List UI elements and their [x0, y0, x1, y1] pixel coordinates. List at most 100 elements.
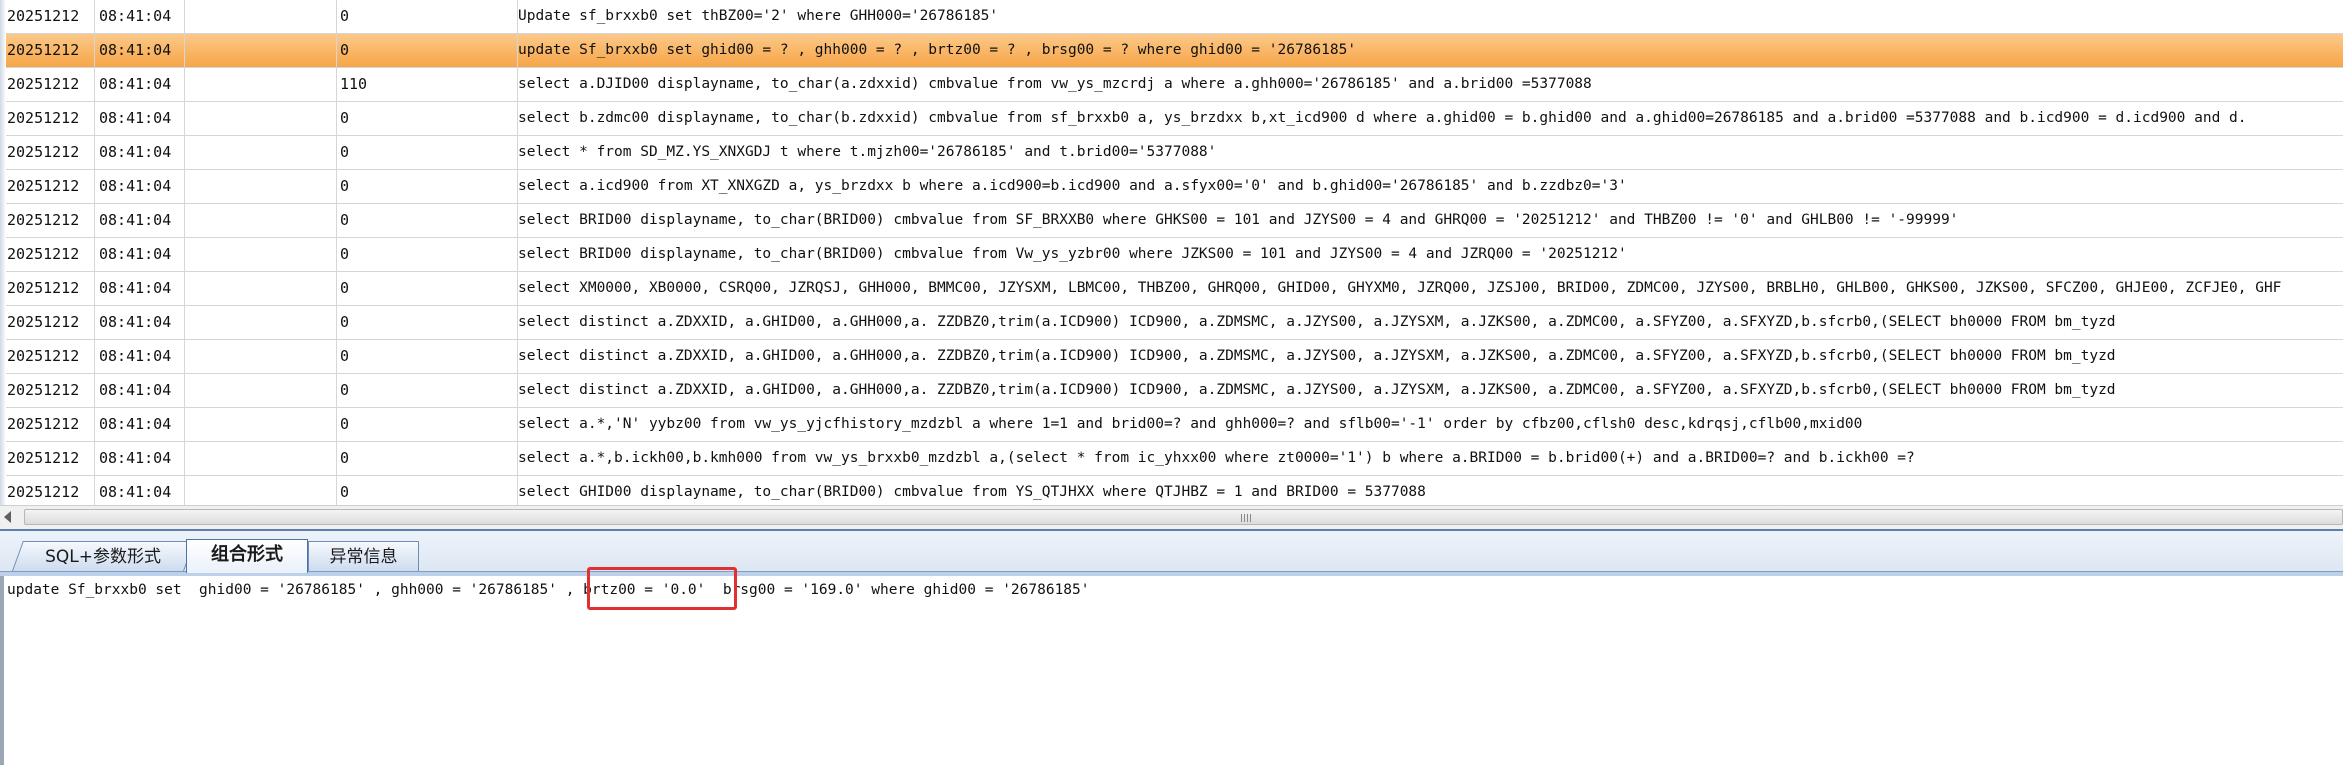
sql-cell: select b.zdmc00 displayname, to_char(b.z… — [518, 110, 2247, 126]
time-cell: 08:41:04 — [95, 476, 185, 505]
blank-cell — [185, 170, 337, 203]
time-cell: 08:41:04 — [95, 238, 185, 271]
date-cell: 20251212 — [0, 374, 95, 407]
date-cell: 20251212 — [0, 204, 95, 237]
sql-log-grid[interactable]: 20251212 08:41:04 0 Update sf_brxxb0 set t… — [0, 0, 2343, 505]
time-cell: 08:41:04 — [95, 34, 185, 67]
sql-cell: select XM0000, XB0000, CSRQ00, JZRQSJ, G… — [518, 280, 2282, 296]
date-cell: 20251212 — [0, 136, 95, 169]
sql-cell: select BRID00 displayname, to_char(BRID0… — [518, 246, 1627, 262]
table-row[interactable]: 20251212 08:41:04 0 select distinct a.ZDXX… — [0, 374, 2343, 408]
date-cell: 20251212 — [0, 238, 95, 271]
table-row[interactable]: 20251212 08:41:04 0 select distinct a.ZDXX… — [0, 340, 2343, 374]
cost-cell: 0 — [337, 204, 518, 237]
cost-cell: 0 — [337, 0, 518, 33]
date-cell: 20251212 — [0, 340, 95, 373]
grip-icon — [1241, 514, 1251, 522]
cost-cell: 0 — [337, 306, 518, 339]
cost-cell: 110 — [337, 68, 518, 101]
blank-cell — [185, 306, 337, 339]
time-cell: 08:41:04 — [95, 0, 185, 33]
date-cell: 20251212 — [0, 442, 95, 475]
table-row[interactable]: 20251212 08:41:04 0 select BRID00 displayna… — [0, 238, 2343, 272]
date-cell: 20251212 — [0, 306, 95, 339]
scrollbar-thumb[interactable] — [24, 509, 2343, 525]
date-cell: 20251212 — [0, 102, 95, 135]
date-cell: 20251212 — [0, 0, 95, 33]
sql-cell: select * from SD_MZ.YS_XNXGDJ t where t.… — [518, 144, 1217, 160]
table-row[interactable]: 20251212 08:41:04 0 select GHID00 displayna… — [0, 476, 2343, 505]
cost-cell: 0 — [337, 442, 518, 475]
table-row[interactable]: 20251212 08:41:04 0 select distinct a.ZDXX… — [0, 306, 2343, 340]
table-row[interactable]: 20251212 08:41:04 0 Update sf_brxxb0 set t… — [0, 0, 2343, 34]
sql-cell: update Sf_brxxb0 set ghid00 = ? , ghh000… — [518, 42, 1357, 58]
date-cell: 20251212 — [0, 170, 95, 203]
time-cell: 08:41:04 — [95, 374, 185, 407]
cost-cell: 0 — [337, 272, 518, 305]
sql-cell: select a.DJID00 displayname, to_char(a.z… — [518, 76, 1592, 92]
blank-cell — [185, 102, 337, 135]
blank-cell — [185, 442, 337, 475]
blank-cell — [185, 34, 337, 67]
blank-cell — [185, 374, 337, 407]
blank-cell — [185, 272, 337, 305]
table-row[interactable]: 20251212 08:41:04 0 select BRID00 displayna… — [0, 204, 2343, 238]
sql-cell: select GHID00 displayname, to_char(BRID0… — [518, 484, 1426, 500]
grid-left-edge — [0, 0, 6, 505]
blank-cell — [185, 68, 337, 101]
date-cell: 20251212 — [0, 408, 95, 441]
table-row[interactable]: 20251212 08:41:04 0 select XM0000, XB0000,… — [0, 272, 2343, 306]
sql-cell: select distinct a.ZDXXID, a.GHID00, a.GH… — [518, 314, 2116, 330]
combined-sql-text[interactable]: update Sf_brxxb0 set ghid00 = '26786185'… — [7, 582, 1090, 598]
table-row[interactable]: 20251212 08:41:04 0 select b.zdmc00 display… — [0, 102, 2343, 136]
time-cell: 08:41:04 — [95, 204, 185, 237]
table-row[interactable]: 20251212 08:41:04 0 select a.*,b.ickh00,b.… — [0, 442, 2343, 476]
time-cell: 08:41:04 — [95, 272, 185, 305]
date-cell: 20251212 — [0, 34, 95, 67]
cost-cell: 0 — [337, 340, 518, 373]
cost-cell: 0 — [337, 238, 518, 271]
tab-error-info[interactable]: 异常信息 — [308, 541, 419, 571]
table-row[interactable]: 20251212 08:41:04 110 select a.DJID00 displ… — [0, 68, 2343, 102]
tab-error-info-label: 异常信息 — [329, 547, 398, 567]
sql-cell: select a.icd900 from XT_XNXGZD a, ys_brz… — [518, 178, 1627, 194]
sql-cell: select BRID00 displayname, to_char(BRID0… — [518, 212, 1959, 228]
sql-cell: Update sf_brxxb0 set thBZ00='2' where GH… — [518, 8, 999, 24]
cost-cell: 0 — [337, 374, 518, 407]
date-cell: 20251212 — [0, 68, 95, 101]
cost-cell: 0 — [337, 408, 518, 441]
sql-cell: select a.*,'N' yybz00 from vw_ys_yjcfhis… — [518, 416, 1863, 432]
time-cell: 08:41:04 — [95, 442, 185, 475]
combined-sql-pane[interactable]: update Sf_brxxb0 set ghid00 = '26786185'… — [0, 576, 2343, 765]
time-cell: 08:41:04 — [95, 306, 185, 339]
time-cell: 08:41:04 — [95, 102, 185, 135]
blank-cell — [185, 0, 337, 33]
blank-cell — [185, 204, 337, 237]
time-cell: 08:41:04 — [95, 408, 185, 441]
blank-cell — [185, 136, 337, 169]
sql-cell: select a.*,b.ickh00,b.kmh000 from vw_ys_… — [518, 450, 1915, 466]
horizontal-scrollbar[interactable] — [0, 505, 2343, 529]
time-cell: 08:41:04 — [95, 136, 185, 169]
time-cell: 08:41:04 — [95, 68, 185, 101]
blank-cell — [185, 408, 337, 441]
table-row[interactable]: 20251212 08:41:04 0 update Sf_brxxb0 set gh… — [0, 34, 2343, 68]
tab-combined[interactable]: 组合形式 — [186, 539, 308, 573]
table-row[interactable]: 20251212 08:41:04 0 select a.icd900 from XT… — [0, 170, 2343, 204]
scroll-left-arrow-icon[interactable] — [4, 511, 11, 523]
blank-cell — [185, 476, 337, 505]
cost-cell: 0 — [337, 136, 518, 169]
table-row[interactable]: 20251212 08:41:04 0 select * from SD_MZ.YS_… — [0, 136, 2343, 170]
table-row[interactable]: 20251212 08:41:04 0 select a.*,'N' yybz00 … — [0, 408, 2343, 442]
cost-cell: 0 — [337, 34, 518, 67]
cost-cell: 0 — [337, 476, 518, 505]
cost-cell: 0 — [337, 170, 518, 203]
blank-cell — [185, 340, 337, 373]
date-cell: 20251212 — [0, 476, 95, 505]
cost-cell: 0 — [337, 102, 518, 135]
time-cell: 08:41:04 — [95, 340, 185, 373]
time-cell: 08:41:04 — [95, 170, 185, 203]
tab-sql-params[interactable]: SQL+参数形式 — [12, 541, 195, 571]
tab-combined-label: 组合形式 — [211, 544, 283, 565]
sql-cell: select distinct a.ZDXXID, a.GHID00, a.GH… — [518, 348, 2116, 364]
